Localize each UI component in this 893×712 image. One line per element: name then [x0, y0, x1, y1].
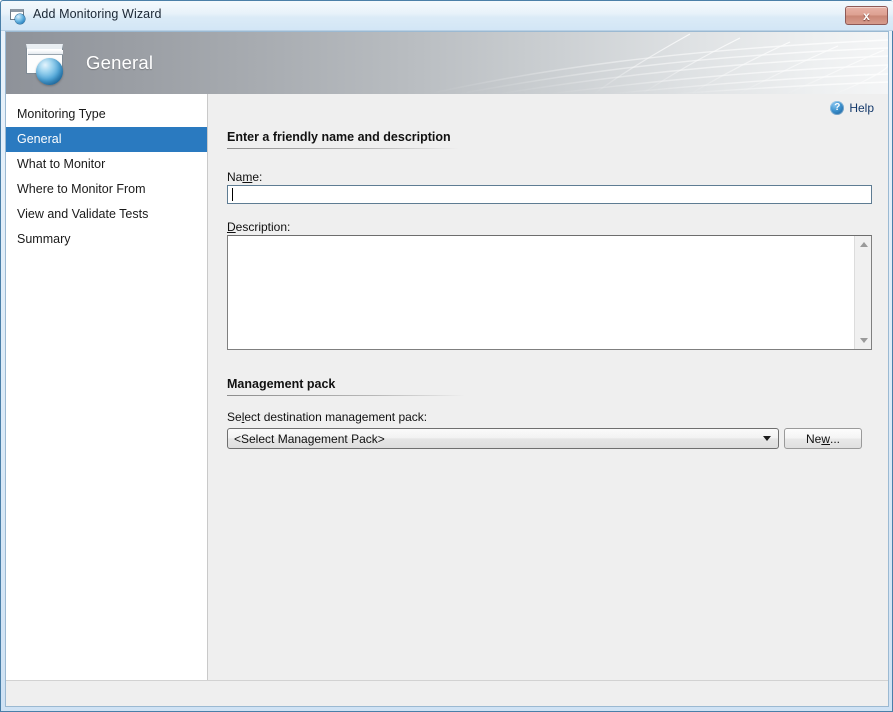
window-sphere-icon — [24, 44, 70, 86]
wizard-content-pane: Help Enter a friendly name and descripti… — [208, 94, 888, 680]
description-scrollbar[interactable] — [854, 236, 871, 349]
banner-mesh-decoration — [427, 33, 888, 94]
section-heading-name-description: Enter a friendly name and description — [227, 130, 451, 144]
wizard-footer: < Previous Next > Create Cancel — [6, 680, 888, 706]
scroll-up-arrow-icon[interactable] — [855, 236, 872, 253]
section-heading-management-pack: Management pack — [227, 377, 336, 391]
sidebar-item-summary[interactable]: Summary — [6, 227, 207, 252]
new-management-pack-button[interactable]: Ne w... — [784, 428, 862, 449]
sidebar-item-monitoring-type[interactable]: Monitoring Type — [6, 102, 207, 127]
text-caret — [232, 188, 233, 201]
name-input[interactable] — [227, 185, 872, 204]
help-link[interactable]: Help — [830, 101, 874, 115]
wizard-banner: General — [6, 32, 888, 94]
wizard-step-list: Monitoring Type General What to Monitor … — [6, 94, 208, 680]
description-label: Description: — [227, 220, 291, 234]
close-button[interactable]: x — [845, 6, 888, 25]
scroll-down-arrow-icon[interactable] — [855, 332, 872, 349]
close-icon: x — [863, 8, 870, 23]
sidebar-item-general[interactable]: General — [6, 127, 207, 152]
management-pack-label: Select destination management pack: — [227, 410, 428, 424]
wizard-body: Monitoring Type General What to Monitor … — [6, 94, 888, 706]
management-pack-selected-value: <Select Management Pack> — [234, 431, 385, 446]
window-sphere-icon — [10, 9, 26, 24]
section-rule — [227, 148, 459, 149]
window-title: Add Monitoring Wizard — [33, 7, 162, 21]
help-circle-icon — [830, 101, 845, 115]
sidebar-item-what-to-monitor[interactable]: What to Monitor — [6, 152, 207, 177]
page-title: General — [86, 52, 154, 73]
help-label: Help — [849, 101, 874, 115]
description-textarea[interactable] — [227, 235, 872, 350]
name-label: Name: — [227, 170, 263, 184]
title-bar: Add Monitoring Wizard x — [1, 1, 893, 31]
sidebar-item-view-and-validate-tests[interactable]: View and Validate Tests — [6, 202, 207, 227]
management-pack-dropdown[interactable]: <Select Management Pack> — [227, 428, 779, 449]
sidebar-item-where-to-monitor-from[interactable]: Where to Monitor From — [6, 177, 207, 202]
section-rule — [227, 395, 465, 396]
window-client-area: General Monitoring Type General What to … — [5, 31, 889, 707]
chevron-down-icon[interactable] — [756, 429, 778, 448]
wizard-window: Add Monitoring Wizard x General Monitori… — [0, 0, 893, 712]
